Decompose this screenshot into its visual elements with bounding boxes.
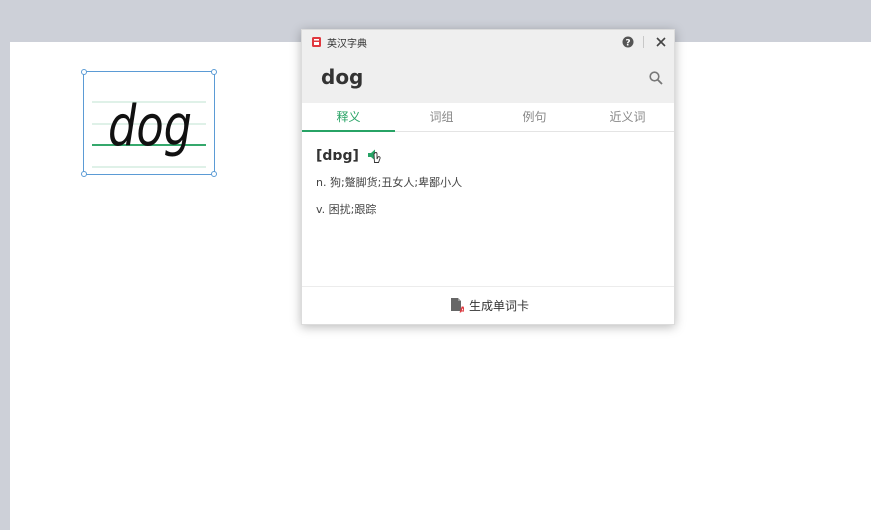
tab-examples[interactable]: 例句 [488, 103, 581, 131]
resize-handle-top-right[interactable] [211, 69, 217, 75]
resize-handle-top-left[interactable] [81, 69, 87, 75]
svg-text:A: A [460, 306, 465, 314]
handwriting-lines: dog [92, 94, 206, 168]
popup-footer: A 生成单词卡 [302, 286, 674, 324]
resize-handle-bottom-right[interactable] [211, 171, 217, 177]
cursor-hand-icon [373, 152, 381, 163]
phonetic: [dɒg] [316, 148, 359, 164]
speaker-icon[interactable] [367, 148, 385, 164]
tab-bar: 释义 词组 例句 近义词 [302, 103, 674, 132]
help-icon[interactable]: ? [622, 36, 634, 48]
close-icon[interactable] [655, 36, 667, 48]
titlebar-divider [643, 36, 644, 48]
query-word[interactable]: dog [321, 65, 363, 89]
definition-noun: n. 狗;蹩脚货;丑女人;卑鄙小人 [316, 176, 463, 189]
tab-definitions[interactable]: 释义 [302, 103, 395, 132]
resize-handle-bottom-left[interactable] [81, 171, 87, 177]
word-card-image[interactable]: dog [81, 69, 217, 177]
svg-text:?: ? [625, 39, 630, 49]
definition-verb: v. 困扰;跟踪 [316, 203, 377, 216]
word-card-text: dog [108, 94, 192, 159]
tab-synonyms[interactable]: 近义词 [581, 103, 674, 131]
app-icon [312, 37, 321, 47]
generate-word-card-label: 生成单词卡 [469, 298, 530, 313]
search-area: dog [302, 54, 674, 103]
tab-phrases[interactable]: 词组 [395, 103, 488, 131]
generate-word-card-button[interactable]: A 生成单词卡 [450, 296, 529, 314]
definition-panel: [dɒg] n. 狗;蹩脚货;丑女人;卑鄙小人 v. 困扰;跟踪 [316, 148, 660, 217]
title-bar[interactable]: 英汉字典 ? [302, 30, 674, 54]
search-icon[interactable] [649, 71, 663, 85]
dictionary-popup: 英汉字典 ? dog 释义 词组 例句 近义词 [dɒg] n. 狗;蹩脚货;丑… [301, 29, 675, 325]
app-title: 英汉字典 [327, 39, 367, 50]
word-card-icon: A [451, 298, 465, 314]
